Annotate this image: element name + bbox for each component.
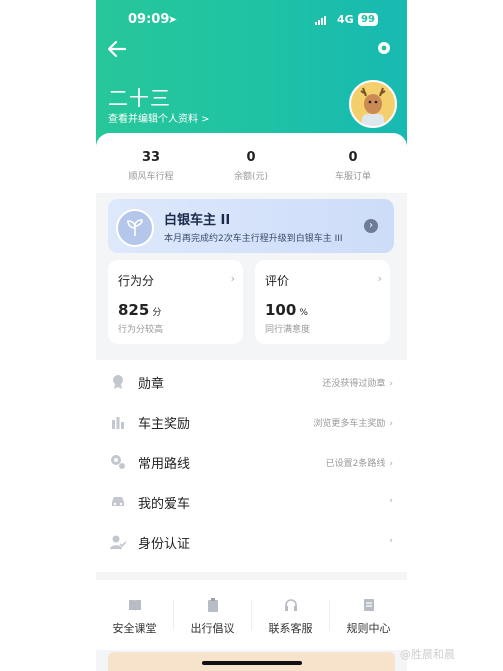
battery-icon: 99: [358, 13, 378, 26]
menu-label: 车主奖励: [138, 417, 191, 432]
tab-customer-service[interactable]: 联系客服: [252, 598, 329, 636]
chevron-right-icon: ›: [364, 219, 378, 233]
user-name: 二十三: [108, 86, 171, 110]
signal-icon: [315, 16, 326, 25]
chevron-right-icon: ›: [389, 536, 393, 546]
reward-icon: [110, 414, 126, 430]
home-indicator[interactable]: [202, 661, 302, 665]
score-title: 评价: [265, 274, 290, 288]
clipboard-icon: [205, 598, 221, 614]
stat-label: 余额(元): [233, 172, 269, 182]
watermark: @胜晨和晨: [400, 648, 455, 661]
menu-item-my-car[interactable]: 我的爱车 ›: [96, 482, 407, 522]
chevron-right-icon: ›: [389, 419, 393, 429]
score-desc: 同行满意度: [265, 325, 311, 335]
sprout-icon: [116, 209, 154, 247]
edit-profile-link[interactable]: 查看并编辑个人资料 >: [108, 110, 210, 125]
tab-travel-initiative[interactable]: 出行倡议: [174, 598, 251, 636]
score-title: 行为分: [118, 274, 155, 288]
right-margin: [407, 0, 503, 671]
status-bar: 09:09 ➤ 4G 99: [96, 12, 407, 32]
section-divider: [96, 572, 407, 580]
score-number: 825: [118, 301, 150, 319]
menu-item-rewards[interactable]: 车主奖励 浏览更多车主奖励 ›: [96, 402, 407, 442]
tab-safety-class[interactable]: 安全课堂: [96, 598, 173, 636]
score-number: 100: [265, 301, 297, 319]
route-icon: [110, 454, 126, 470]
menu-hint-text: 浏览更多车主奖励: [313, 419, 386, 429]
network-type: 4G: [337, 13, 354, 26]
chevron-right-icon: ›: [389, 496, 393, 506]
headset-icon: [283, 598, 299, 614]
menu-label: 身份认证: [138, 537, 191, 552]
score-value: 100%: [265, 301, 308, 319]
phone-screen: 09:09 ➤ 4G 99 二十三 查看并编辑个人资料 > 33 顺风车行程 0: [96, 0, 407, 671]
chevron-right-icon: ›: [230, 272, 235, 285]
stat-trips[interactable]: 33 顺风车行程: [101, 150, 201, 182]
tab-label: 出行倡议: [190, 622, 235, 635]
chevron-right-icon: ›: [377, 272, 382, 285]
menu-label: 勋章: [138, 377, 165, 392]
car-icon: [110, 494, 126, 510]
score-desc: 行为分较高: [118, 325, 164, 335]
rating-card[interactable]: 评价 › 100% 同行满意度: [255, 260, 390, 344]
menu-hint: ›: [385, 536, 393, 546]
chevron-right-icon: ›: [389, 379, 393, 389]
tab-label: 规则中心: [346, 622, 391, 635]
tab-label: 安全课堂: [112, 622, 157, 635]
score-value: 825 分: [118, 301, 161, 319]
menu-list: 勋章 还没获得过勋章 › 车主奖励 浏览更多车主奖励 › 常用路线 已设置2条路线 ›…: [96, 360, 407, 572]
status-time: 09:09: [128, 12, 170, 27]
menu-label: 我的爱车: [138, 497, 191, 512]
avatar[interactable]: [349, 80, 397, 128]
stat-label: 车服订单: [334, 172, 371, 182]
level-subtitle: 本月再完成约2次车主行程升级到白银车主 III: [164, 234, 343, 244]
bottom-shortcuts: 安全课堂 出行倡议 联系客服 规则中心: [96, 580, 407, 650]
menu-hint: ›: [385, 496, 393, 506]
menu-item-medals[interactable]: 勋章 还没获得过勋章 ›: [96, 362, 407, 402]
id-icon: [110, 534, 127, 550]
score-unit: 分: [152, 308, 162, 318]
chevron-right-icon: ›: [389, 459, 393, 469]
stat-orders[interactable]: 0 车服订单: [303, 150, 403, 182]
stat-balance[interactable]: 0 余额(元): [201, 150, 301, 182]
menu-item-routes[interactable]: 常用路线 已设置2条路线 ›: [96, 442, 407, 482]
behavior-score-card[interactable]: 行为分 › 825 分 行为分较高: [108, 260, 243, 344]
left-margin: [0, 0, 96, 671]
back-arrow-icon[interactable]: [106, 38, 130, 62]
menu-item-identity[interactable]: 身份认证 ›: [96, 522, 407, 562]
menu-hint: 还没获得过勋章 ›: [322, 376, 393, 389]
gear-icon[interactable]: [374, 40, 394, 60]
menu-hint-text: 已设置2条路线: [325, 459, 386, 469]
score-unit: %: [299, 308, 308, 318]
tab-label: 联系客服: [268, 622, 313, 635]
medal-icon: [110, 374, 126, 390]
location-arrow-icon: ➤: [168, 13, 178, 26]
driver-level-card[interactable]: 白银车主 II 本月再完成约2次车主行程升级到白银车主 III ›: [108, 199, 394, 253]
document-icon: [361, 598, 377, 614]
stat-value: 0: [246, 150, 256, 165]
tab-rules-center[interactable]: 规则中心: [330, 598, 407, 636]
menu-hint: 已设置2条路线 ›: [326, 456, 393, 469]
book-icon: [127, 598, 143, 614]
menu-hint-text: 还没获得过勋章: [322, 379, 386, 389]
menu-hint: 浏览更多车主奖励 ›: [313, 416, 393, 429]
stat-value: 33: [141, 150, 161, 165]
menu-label: 常用路线: [138, 457, 191, 472]
level-title: 白银车主 II: [164, 213, 231, 228]
stat-value: 0: [348, 150, 358, 165]
stat-label: 顺风车行程: [128, 172, 174, 182]
